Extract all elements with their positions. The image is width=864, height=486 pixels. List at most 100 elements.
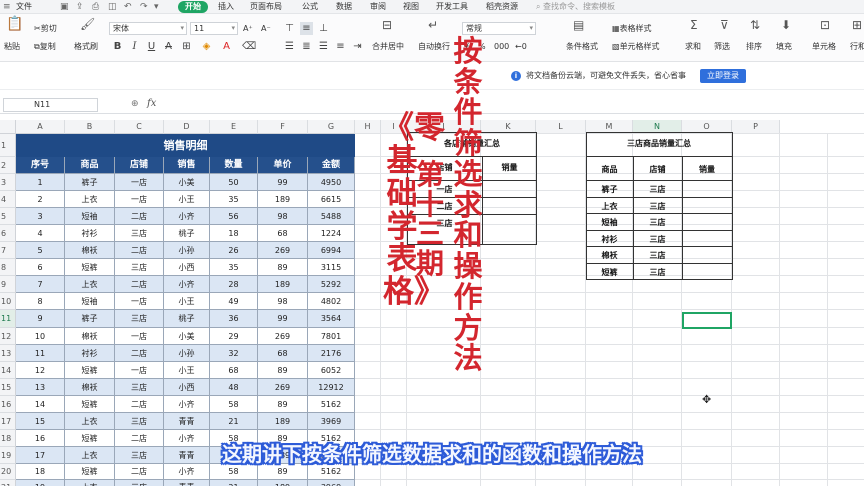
sales-cell[interactable]: 小齐	[164, 276, 210, 293]
column-header-g[interactable]: G	[308, 120, 355, 134]
sales-cell[interactable]: 上衣	[65, 276, 115, 293]
fill-icon[interactable]: ⬇	[781, 19, 791, 31]
sales-cell[interactable]: 三店	[115, 413, 164, 430]
row-header-10[interactable]: 10	[0, 293, 16, 310]
row-col-icon[interactable]: ⊞	[852, 19, 862, 31]
sales-cell[interactable]: 2176	[308, 345, 355, 362]
sales-cell[interactable]: 29	[210, 328, 258, 345]
sales-cell[interactable]: 3969	[308, 413, 355, 430]
sales-cell[interactable]: 68	[210, 362, 258, 379]
sales-cell[interactable]: 三店	[115, 379, 164, 396]
sales-cell[interactable]: 99	[258, 174, 308, 191]
row-header-9[interactable]: 9	[0, 276, 16, 293]
row-header-14[interactable]: 14	[0, 362, 16, 379]
save-icon[interactable]: ▣	[60, 1, 69, 13]
store3-cell[interactable]: 短袖	[586, 217, 633, 228]
sales-cell[interactable]: 56	[210, 208, 258, 225]
paste-button[interactable]: 粘贴	[4, 42, 20, 52]
sales-cell[interactable]: 6052	[308, 362, 355, 379]
login-button[interactable]: 立即登录	[700, 69, 746, 83]
conditional-format-button[interactable]: 条件格式	[566, 42, 598, 52]
sales-cell[interactable]: 4802	[308, 293, 355, 310]
preview-icon[interactable]: ◫	[108, 1, 117, 13]
store3-cell[interactable]: 三店	[633, 184, 682, 195]
sales-cell[interactable]: 36	[210, 310, 258, 328]
sales-cell[interactable]: 12	[16, 362, 65, 379]
filter-icon[interactable]: ⊽	[720, 19, 729, 31]
sales-cell[interactable]: 桃子	[164, 310, 210, 328]
table-style-button[interactable]: ▦表格样式	[612, 24, 652, 34]
column-header-e[interactable]: E	[210, 120, 258, 134]
sales-cell[interactable]: 9	[16, 310, 65, 328]
sales-cell[interactable]: 50	[210, 174, 258, 191]
active-cell-n11[interactable]	[682, 312, 732, 329]
sales-cell[interactable]: 189	[258, 191, 308, 208]
align-bottom-icon[interactable]: ⊥	[317, 22, 330, 35]
italic-button[interactable]: I	[128, 40, 141, 53]
sales-cell[interactable]: 3969	[308, 480, 355, 486]
column-header-h[interactable]: H	[355, 120, 381, 134]
row-header-5[interactable]: 5	[0, 208, 16, 225]
sales-cell[interactable]: 89	[258, 362, 308, 379]
decimal-button[interactable]: ←0	[515, 42, 527, 52]
sales-cell[interactable]: 189	[258, 276, 308, 293]
font-name-select[interactable]: 宋体 ▾	[109, 22, 187, 35]
sales-cell[interactable]: 三店	[115, 259, 164, 276]
sales-cell[interactable]: 35	[210, 259, 258, 276]
row-header-13[interactable]: 13	[0, 345, 16, 362]
border-icon[interactable]: ⊞	[180, 40, 193, 53]
row-col-button[interactable]: 行和	[850, 42, 864, 52]
sales-cell[interactable]: 3115	[308, 259, 355, 276]
copy-button[interactable]: ⧉复制	[34, 42, 56, 52]
column-header-a[interactable]: A	[16, 120, 65, 134]
align-left-icon[interactable]: ☰	[283, 40, 296, 53]
store3-cell[interactable]: 短裤	[586, 267, 633, 278]
select-all-corner[interactable]	[0, 120, 16, 134]
store3-cell[interactable]: 三店	[633, 217, 682, 228]
store3-cell[interactable]: 三店	[633, 250, 682, 261]
sales-cell[interactable]: 5488	[308, 208, 355, 225]
tab-page-layout[interactable]: 页面布局	[250, 1, 282, 13]
sales-cell[interactable]: 小王	[164, 191, 210, 208]
sales-cell[interactable]: 5162	[308, 396, 355, 413]
sales-cell[interactable]: 21	[210, 413, 258, 430]
justify-icon[interactable]: ≡	[334, 40, 347, 53]
cells-button[interactable]: 单元格	[812, 42, 836, 52]
strikethrough-button[interactable]: A	[162, 40, 175, 53]
sales-cell[interactable]: 青青	[164, 480, 210, 486]
sales-cell[interactable]: 短袖	[65, 208, 115, 225]
sales-cell[interactable]: 裤子	[65, 174, 115, 191]
sales-cell[interactable]: 58	[210, 396, 258, 413]
row-header-1[interactable]: 1	[0, 134, 16, 157]
sales-cell[interactable]: 1224	[308, 225, 355, 242]
sales-cell[interactable]: 4	[16, 225, 65, 242]
undo-icon[interactable]: ↶	[124, 1, 132, 13]
sales-cell[interactable]: 一店	[115, 328, 164, 345]
sales-cell[interactable]: 上衣	[65, 413, 115, 430]
sort-icon[interactable]: ⇅	[750, 19, 760, 31]
sales-cell[interactable]: 269	[258, 242, 308, 259]
sales-cell[interactable]: 小西	[164, 379, 210, 396]
sales-cell[interactable]: 15	[16, 413, 65, 430]
sales-cell[interactable]: 98	[258, 293, 308, 310]
tab-review[interactable]: 审阅	[370, 1, 386, 13]
row-header-8[interactable]: 8	[0, 259, 16, 276]
sales-cell[interactable]: 桃子	[164, 225, 210, 242]
sales-cell[interactable]: 6	[16, 259, 65, 276]
row-header-17[interactable]: 17	[0, 413, 16, 430]
sales-cell[interactable]: 189	[258, 480, 308, 486]
tab-data[interactable]: 数据	[336, 1, 352, 13]
wrap-text-button[interactable]: 自动换行	[418, 42, 450, 52]
sales-cell[interactable]: 26	[210, 242, 258, 259]
cells-icon[interactable]: ⊡	[820, 19, 830, 31]
sum-button[interactable]: 求和	[685, 42, 701, 52]
font-grow-button[interactable]: A⁺	[243, 24, 253, 34]
redo-icon[interactable]: ↷	[140, 1, 148, 13]
row-header-7[interactable]: 7	[0, 242, 16, 259]
sales-cell[interactable]: 2	[16, 191, 65, 208]
tab-insert[interactable]: 插入	[218, 1, 234, 13]
font-color-icon[interactable]: A	[220, 40, 233, 53]
tab-developer[interactable]: 开发工具	[436, 1, 468, 13]
sales-cell[interactable]: 二店	[115, 208, 164, 225]
sales-cell[interactable]: 5	[16, 242, 65, 259]
